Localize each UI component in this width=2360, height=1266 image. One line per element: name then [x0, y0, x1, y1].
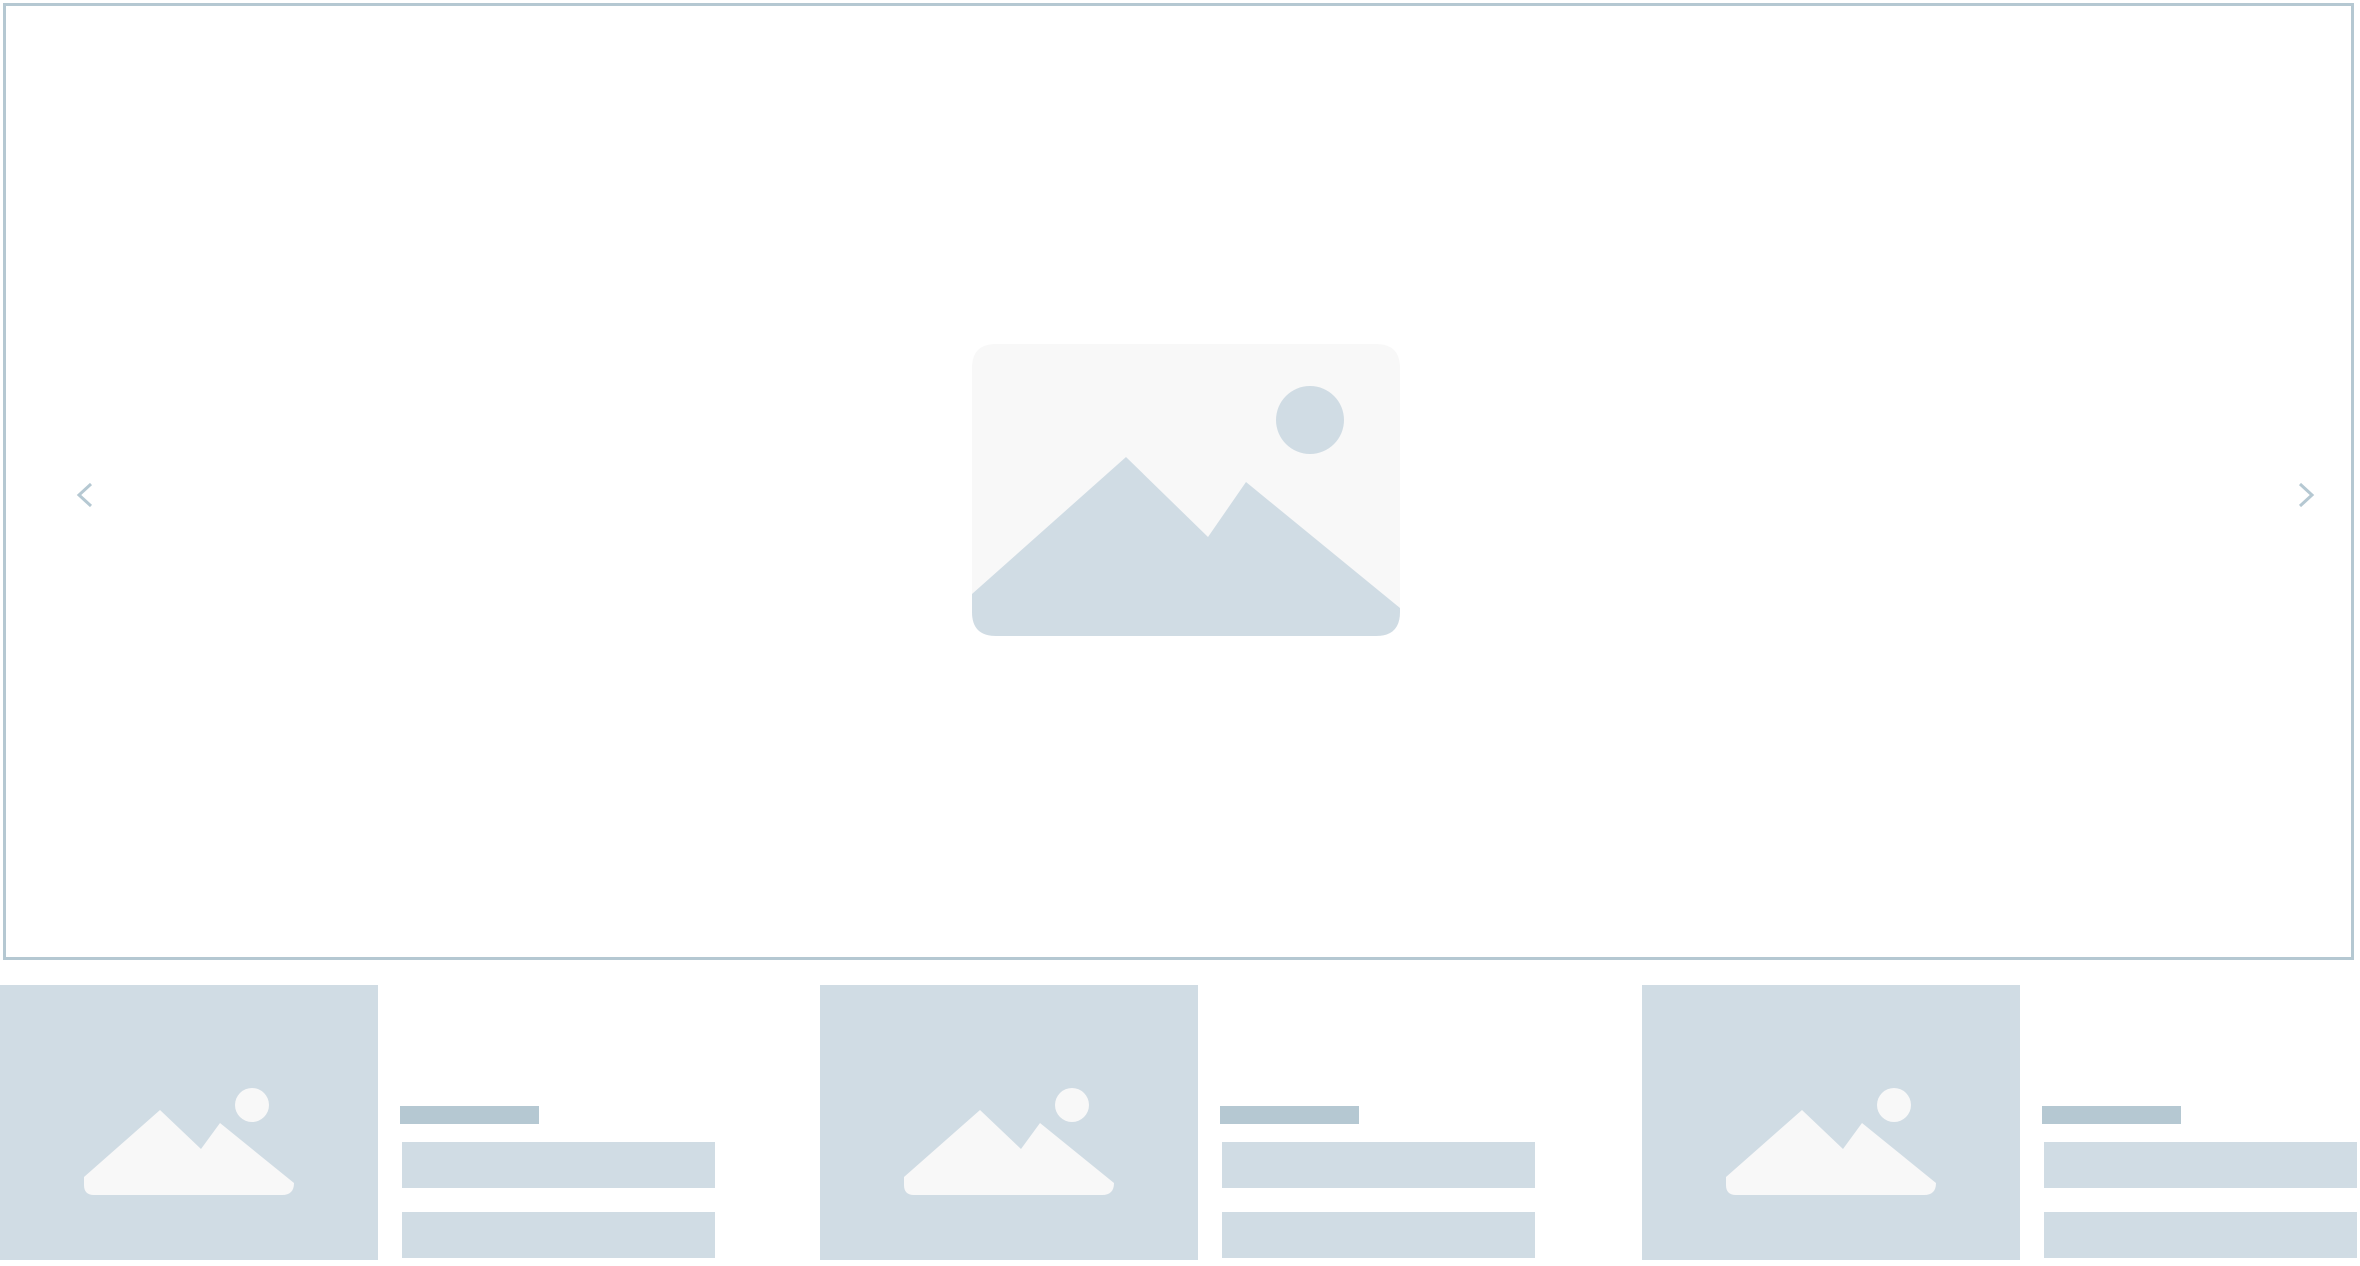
chevron-left-icon[interactable]	[73, 480, 97, 510]
list-item[interactable]	[820, 985, 1540, 1260]
card-text-placeholder	[402, 1212, 715, 1258]
card-thumbnail	[0, 985, 378, 1260]
card-text-placeholder	[2044, 1212, 2357, 1258]
card-title-placeholder	[400, 1106, 539, 1124]
card-text-placeholder	[402, 1142, 715, 1188]
image-placeholder-icon	[1726, 1088, 1936, 1195]
page	[0, 0, 2360, 1266]
card-text-placeholder	[2044, 1142, 2357, 1188]
card-title-placeholder	[1220, 1106, 1359, 1124]
list-item[interactable]	[1642, 985, 2360, 1260]
card-title-placeholder	[2042, 1106, 2181, 1124]
image-placeholder-icon	[84, 1088, 294, 1195]
card-text-placeholder	[1222, 1212, 1535, 1258]
image-placeholder-icon	[972, 344, 1400, 636]
image-placeholder-icon	[904, 1088, 1114, 1195]
card-thumbnail	[820, 985, 1198, 1260]
image-carousel	[3, 3, 2354, 960]
card-text-placeholder	[1222, 1142, 1535, 1188]
chevron-right-icon[interactable]	[2294, 480, 2318, 510]
card-thumbnail	[1642, 985, 2020, 1260]
list-item[interactable]	[0, 985, 720, 1260]
